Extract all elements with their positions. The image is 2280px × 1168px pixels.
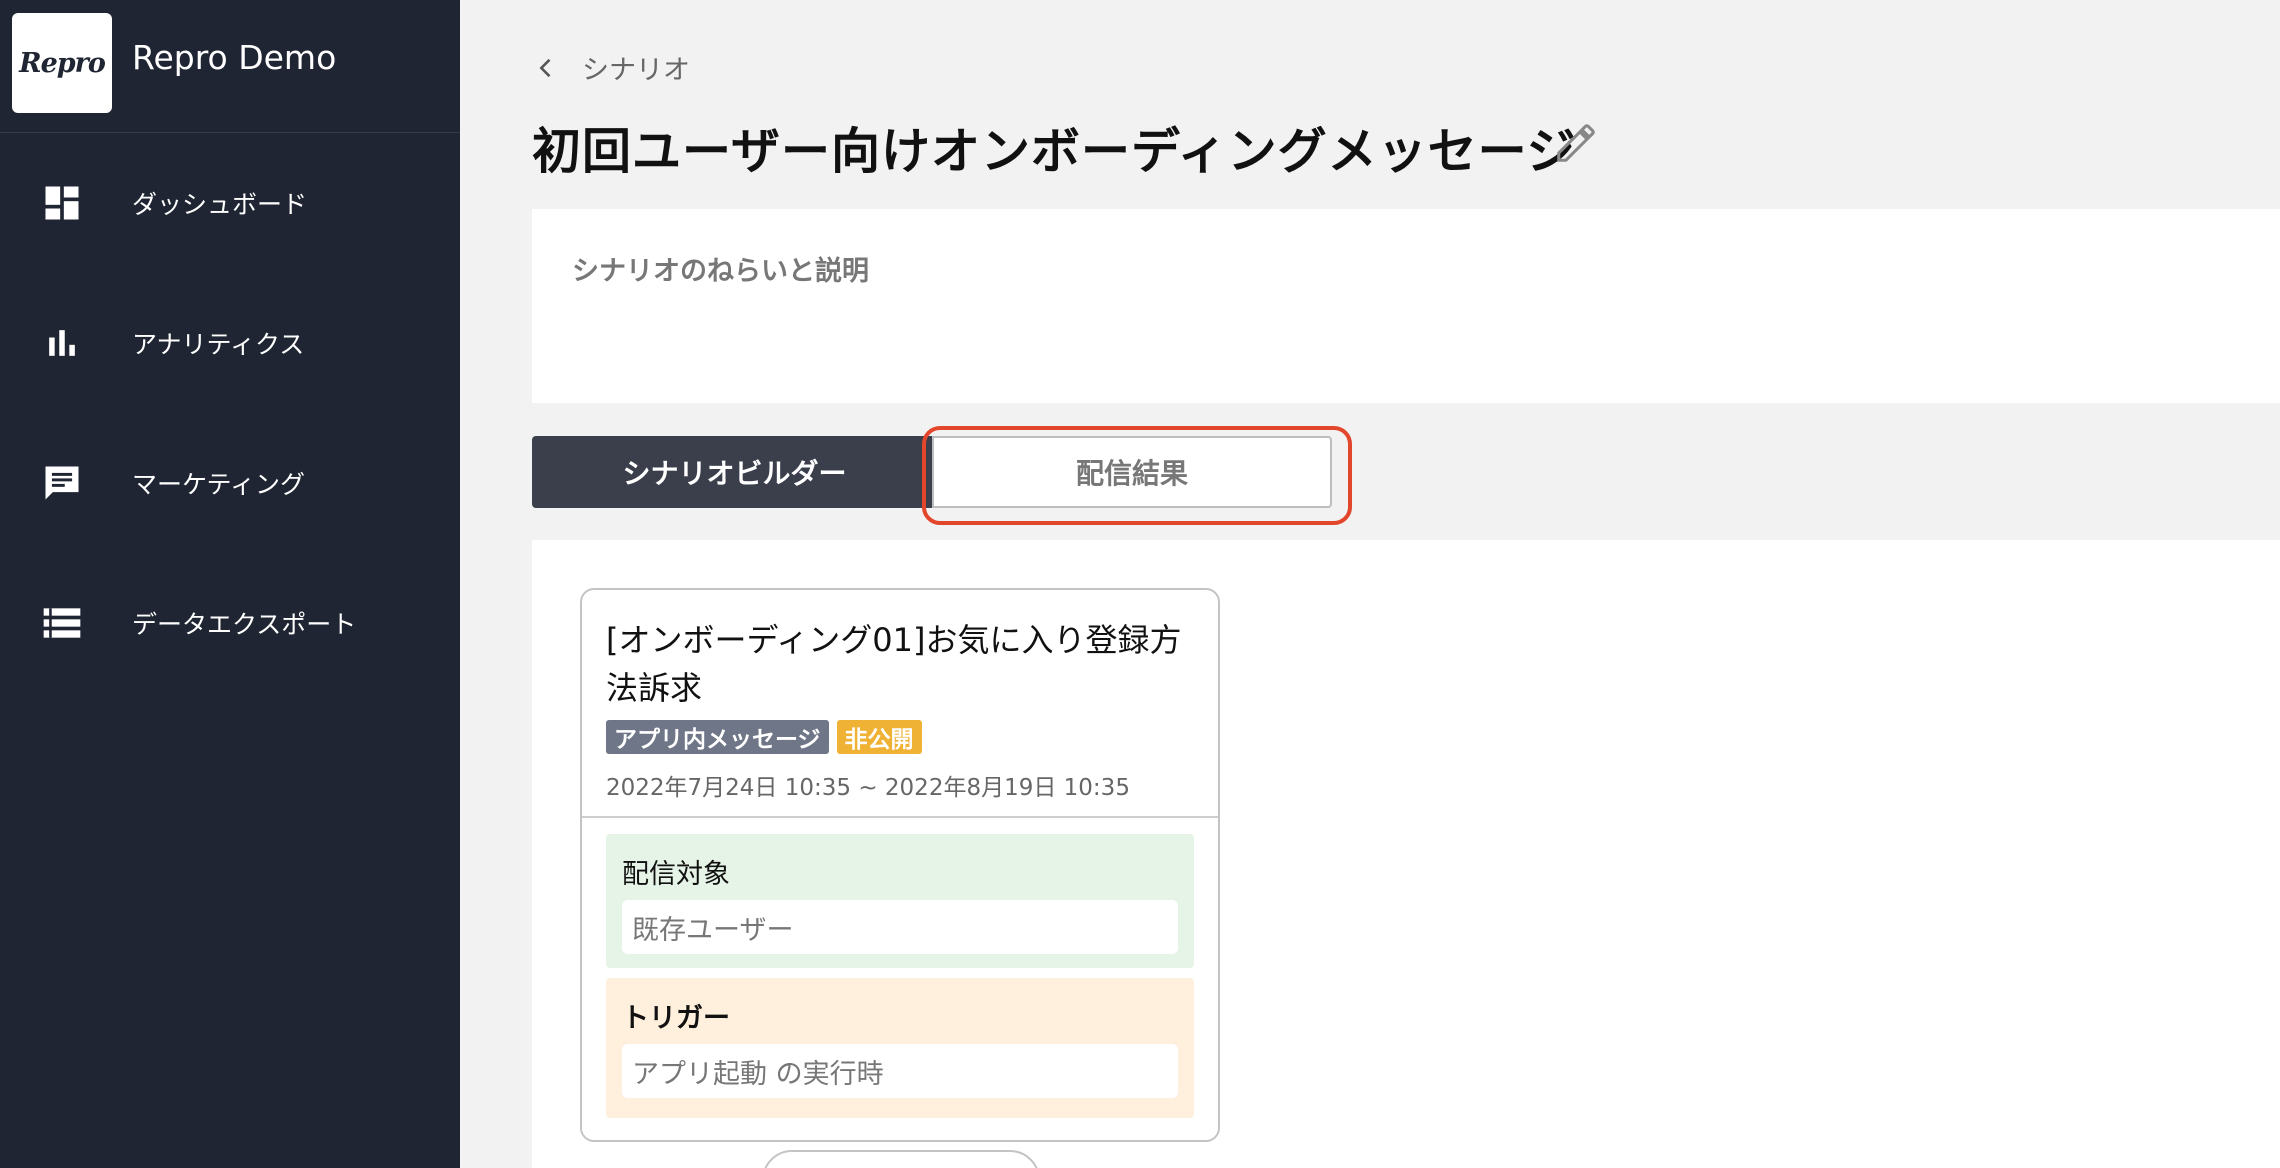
add-step-button[interactable] bbox=[762, 1150, 1040, 1168]
card-period: 2022年7月24日 10:35 ~ 2022年8月19日 10:35 bbox=[606, 775, 1130, 801]
trigger-title: トリガー bbox=[622, 1003, 730, 1034]
card-divider bbox=[582, 816, 1218, 818]
app-name: Repro Demo bbox=[132, 38, 337, 77]
scenario-message-card[interactable]: [オンボーディング01]お気に入り登録方法訴求 アプリ内メッセージ 非公開 20… bbox=[580, 588, 1220, 1142]
repro-logo[interactable]: Repro bbox=[12, 13, 112, 113]
page-title: 初回ユーザー向けオンボーディングメッセージ bbox=[532, 123, 1577, 180]
trigger-section: トリガー アプリ起動 の実行時 bbox=[606, 978, 1194, 1118]
sidebar-item-data-export[interactable]: データエクスポート bbox=[0, 568, 460, 678]
chat-bubble-icon bbox=[45, 466, 79, 500]
status-badge: 非公開 bbox=[836, 720, 922, 754]
chevron-left-icon bbox=[539, 58, 551, 77]
tab-scenario-builder[interactable]: シナリオビルダー bbox=[532, 436, 937, 508]
sidebar-item-label: データエクスポート bbox=[132, 610, 357, 639]
target-value: 既存ユーザー bbox=[622, 900, 1178, 954]
card-badges: アプリ内メッセージ 非公開 bbox=[606, 720, 930, 754]
sidebar-item-dashboard[interactable]: ダッシュボード bbox=[0, 148, 460, 258]
trigger-value: アプリ起動 の実行時 bbox=[622, 1044, 1178, 1098]
card-title: [オンボーディング01]お気に入り登録方法訴求 bbox=[606, 621, 1182, 707]
sidebar-header: Repro Repro Demo bbox=[0, 0, 460, 133]
tab-delivery-results[interactable]: 配信結果 bbox=[932, 436, 1332, 508]
target-section: 配信対象 既存ユーザー bbox=[606, 834, 1194, 968]
description-label: シナリオのねらいと説明 bbox=[572, 256, 869, 287]
message-type-badge: アプリ内メッセージ bbox=[606, 720, 829, 754]
sidebar-item-marketing[interactable]: マーケティング bbox=[0, 428, 460, 538]
sidebar-item-label: ダッシュボード bbox=[132, 190, 308, 219]
back-link[interactable]: シナリオ bbox=[532, 48, 690, 87]
list-icon bbox=[43, 608, 81, 638]
sidebar-item-analytics[interactable]: アナリティクス bbox=[0, 288, 460, 398]
sidebar-item-label: アナリティクス bbox=[132, 330, 305, 359]
description-panel[interactable]: シナリオのねらいと説明 bbox=[532, 209, 2280, 403]
dashboard-icon bbox=[45, 186, 79, 220]
sidebar-item-label: マーケティング bbox=[132, 470, 306, 499]
sidebar: Repro Repro Demo ダッシュボード アナリティクス マーケティング bbox=[0, 0, 460, 1168]
bar-chart-icon bbox=[49, 330, 75, 356]
pencil-icon[interactable] bbox=[1553, 120, 1599, 166]
target-title: 配信対象 bbox=[622, 859, 730, 890]
back-link-label: シナリオ bbox=[582, 55, 690, 86]
